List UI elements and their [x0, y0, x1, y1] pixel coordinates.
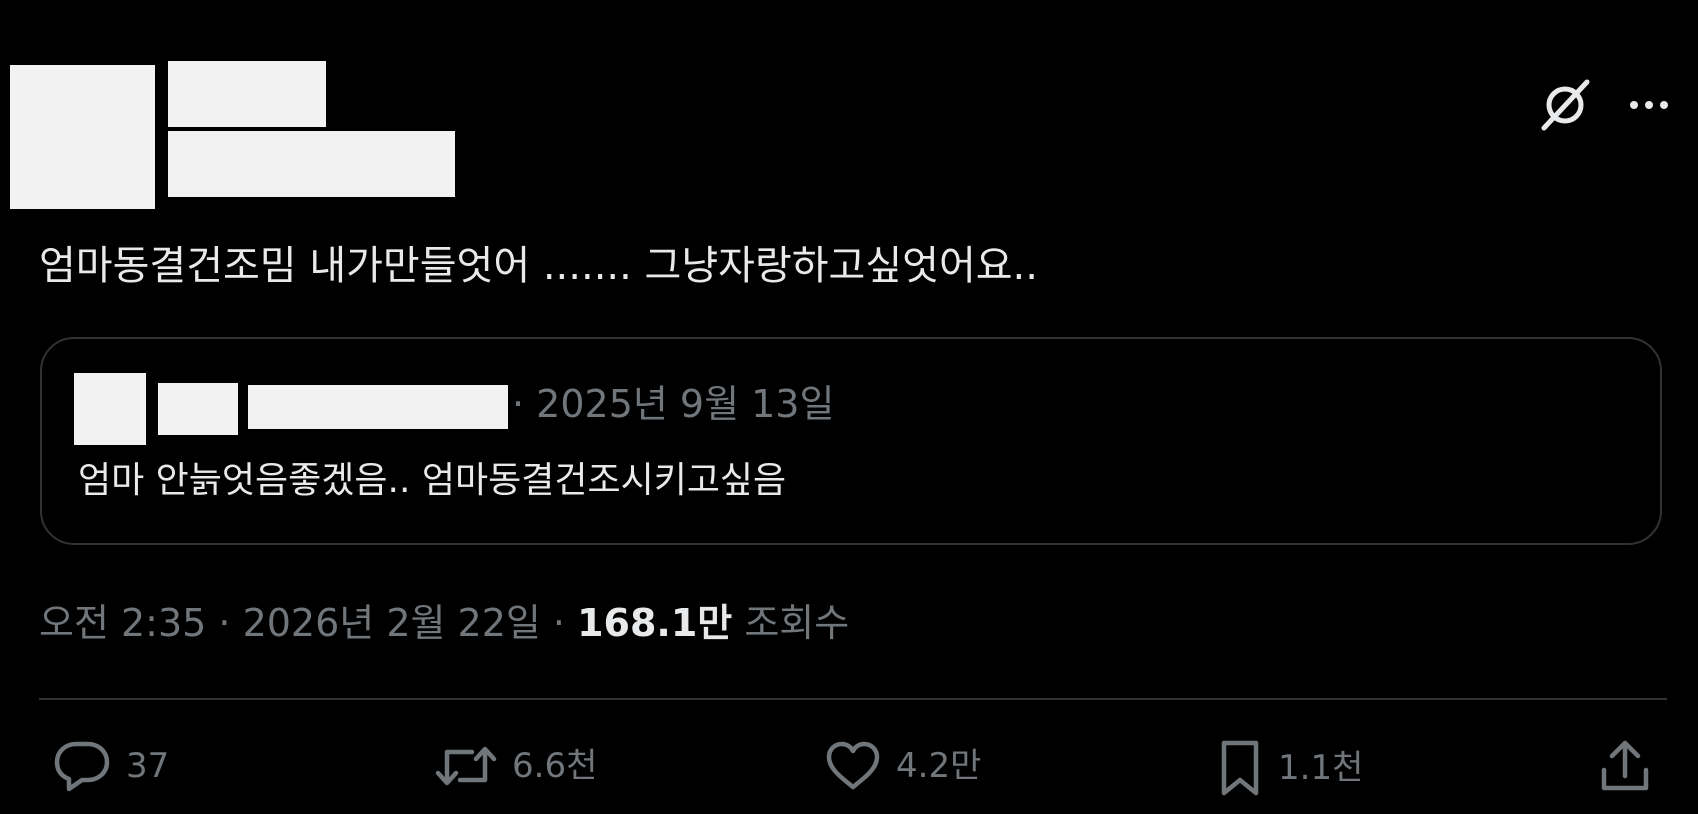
grok-icon[interactable] [1538, 78, 1592, 132]
quoted-avatar-redacted[interactable] [74, 373, 146, 445]
bookmark-button[interactable]: 1.1천 [1216, 738, 1363, 798]
quoted-handle-redacted[interactable] [248, 385, 508, 429]
like-button[interactable]: 4.2만 [824, 738, 981, 794]
author-avatar-redacted[interactable] [10, 65, 155, 209]
quoted-post[interactable]: · 2025년 9월 13일 엄마 안늙엇음좋겠음.. 엄마동결건조시키고싶음 [40, 337, 1662, 545]
views-count: 168.1만 [577, 601, 733, 645]
post-metadata: 오전 2:35 · 2026년 2월 22일 · 168.1만 조회수 [39, 597, 849, 649]
repost-button[interactable]: 6.6천 [434, 738, 597, 794]
author-name-redacted[interactable] [168, 61, 326, 127]
bookmark-count: 1.1천 [1278, 748, 1364, 788]
post-header-actions [1538, 78, 1668, 132]
views-label: 조회수 [732, 601, 850, 645]
like-count: 4.2만 [896, 746, 982, 786]
quoted-name-redacted[interactable] [158, 383, 238, 435]
reply-icon [54, 741, 110, 792]
like-icon [826, 741, 880, 790]
quoted-post-date[interactable]: · 2025년 9월 13일 [512, 379, 834, 429]
share-button[interactable] [1598, 738, 1652, 794]
post-text: 엄마동결건조밈 내가만들엇어 ....... 그냥자랑하고싶엇어요.. [39, 243, 1038, 289]
divider [39, 698, 1667, 700]
quoted-post-text: 엄마 안늙엇음좋겠음.. 엄마동결건조시키고싶음 [78, 460, 787, 501]
repost-count: 6.6천 [512, 746, 598, 786]
bookmark-icon [1221, 740, 1259, 796]
author-handle-redacted[interactable] [168, 131, 455, 197]
reply-button[interactable]: 37 [52, 738, 169, 794]
post-timestamp[interactable]: 오전 2:35 · 2026년 2월 22일 · [39, 601, 577, 645]
reply-count: 37 [126, 746, 170, 786]
repost-icon [435, 746, 497, 786]
more-options-icon[interactable] [1630, 101, 1668, 109]
share-icon [1601, 740, 1649, 791]
